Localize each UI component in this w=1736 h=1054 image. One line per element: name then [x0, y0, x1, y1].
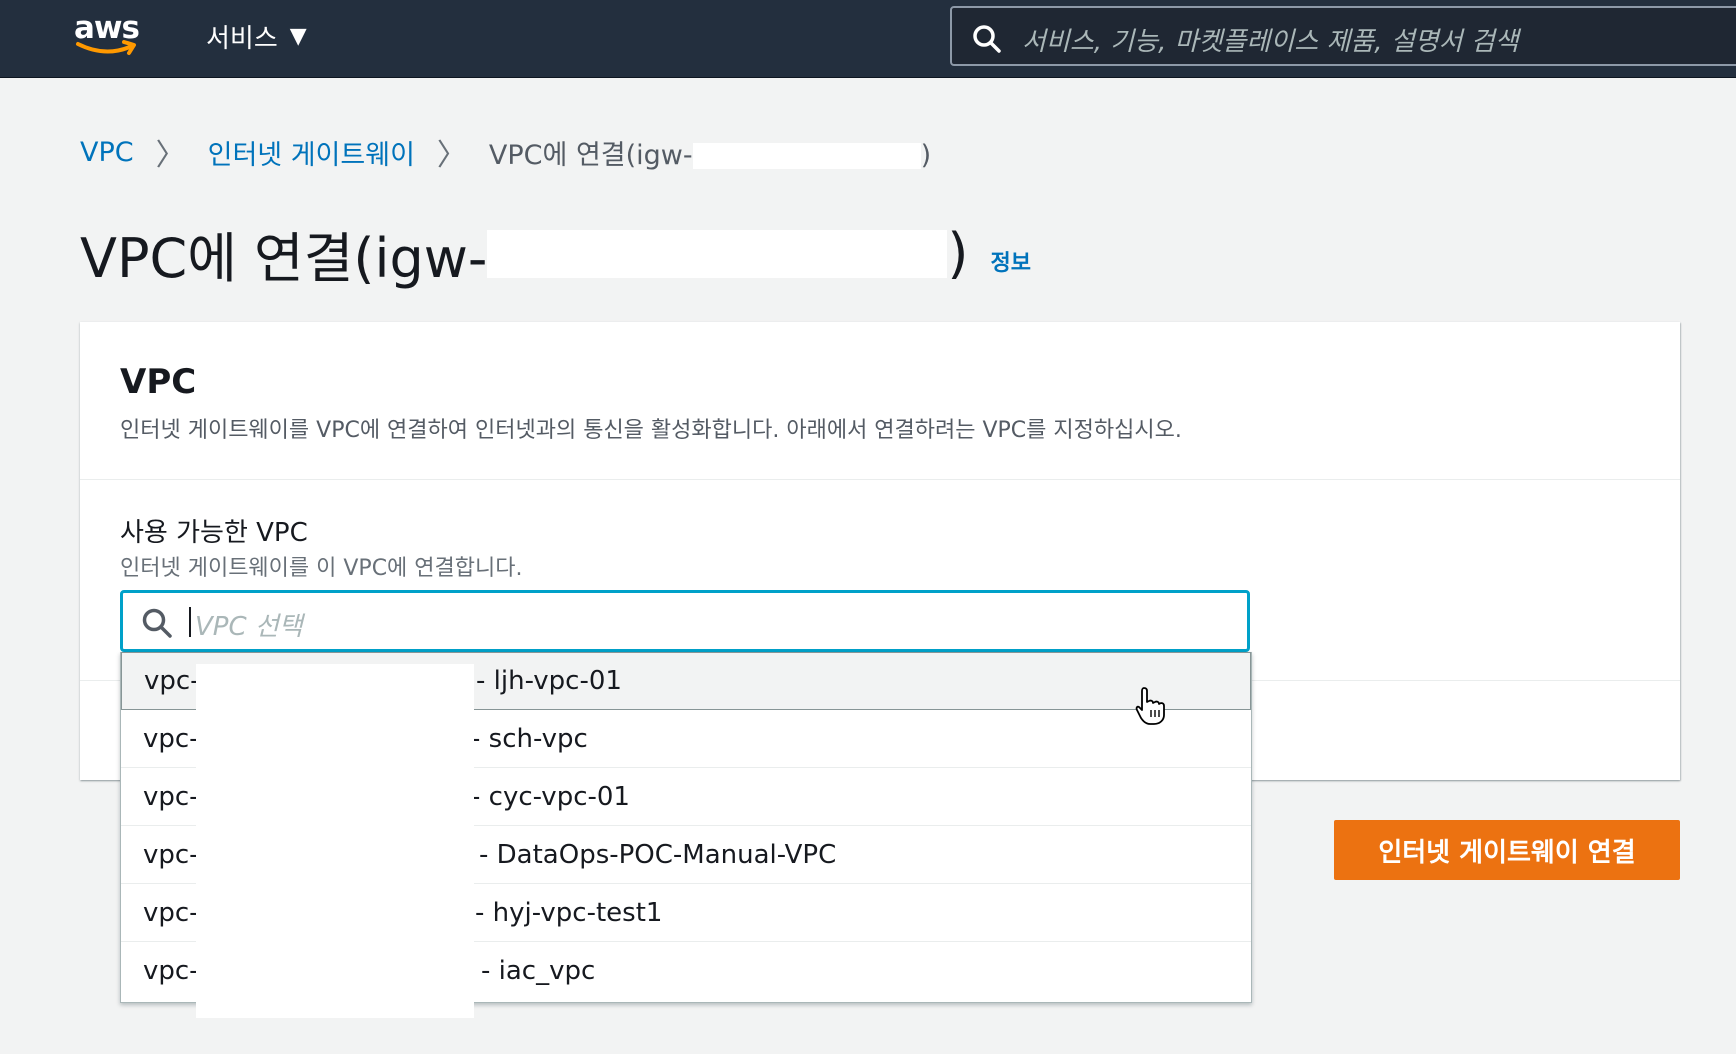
- page-title-prefix: VPC에 연결(igw-: [80, 227, 488, 290]
- vpc-option-name: - ljh-vpc-01: [476, 666, 622, 696]
- aws-logo[interactable]: aws: [74, 10, 144, 58]
- vpc-option-id-prefix: vpc-: [143, 897, 199, 928]
- redacted-vpc-ids: [196, 664, 474, 1018]
- vpc-select-input[interactable]: VPC 선택: [120, 590, 1250, 652]
- services-menu-label: 서비스: [206, 23, 278, 54]
- vpc-option-name: - hyj-vpc-test1: [475, 897, 663, 928]
- page-title-suffix: ): [947, 222, 969, 285]
- text-caret: [189, 607, 191, 637]
- breadcrumb: VPC 〉 인터넷 게이트웨이 〉 VPC에 연결(igw-): [80, 130, 931, 174]
- global-search-placeholder: 서비스, 기능, 마켓플레이스 제품, 설명서 검색: [1022, 27, 1519, 57]
- vpc-option-name: - iac_vpc: [481, 956, 596, 986]
- vpc-option-id-prefix: vpc-: [143, 956, 199, 986]
- panel-header: VPC 인터넷 게이트웨이를 VPC에 연결하여 인터넷과의 통신을 활성화합니…: [80, 322, 1680, 480]
- breadcrumb-current-page: VPC에 연결(igw-): [489, 133, 931, 172]
- vpc-option-id-prefix: vpc-: [143, 723, 199, 754]
- breadcrumb-separator-icon: 〉: [436, 138, 467, 173]
- aws-smile-icon: [76, 40, 136, 55]
- search-icon: [973, 25, 1001, 53]
- available-vpc-label: 사용 가능한 VPC: [120, 518, 308, 548]
- vpc-option-name: - cyc-vpc-01: [471, 781, 630, 812]
- vpc-option-id-prefix: vpc-: [143, 781, 199, 812]
- vpc-option-id-prefix: vpc-: [144, 666, 200, 696]
- breadcrumb-separator-icon: 〉: [155, 138, 186, 173]
- attach-internet-gateway-button[interactable]: 인터넷 게이트웨이 연결: [1334, 820, 1680, 880]
- hand-pointer-icon: [1135, 687, 1165, 725]
- vpc-select-placeholder: VPC 선택: [195, 612, 303, 642]
- vpc-option-name: - sch-vpc: [471, 723, 588, 754]
- redacted-id: [487, 229, 948, 278]
- search-icon: [142, 608, 172, 638]
- breadcrumb-internet-gateways-link[interactable]: 인터넷 게이트웨이: [208, 133, 415, 172]
- chevron-down-icon: ▼: [289, 23, 307, 49]
- panel-title: VPC: [120, 362, 197, 402]
- breadcrumb-current-prefix: VPC에 연결(igw-: [488, 139, 693, 171]
- redacted-id: [692, 143, 921, 169]
- vpc-option-name: - DataOps-POC-Manual-VPC: [479, 839, 837, 870]
- page-title: VPC에 연결(igw-) 정보: [80, 214, 1031, 293]
- services-menu-button[interactable]: 서비스 ▼: [206, 18, 307, 54]
- global-search-input[interactable]: 서비스, 기능, 마켓플레이스 제품, 설명서 검색: [950, 6, 1736, 66]
- available-vpc-description: 인터넷 게이트웨이를 이 VPC에 연결합니다.: [120, 556, 523, 581]
- top-navigation-bar: aws 서비스 ▼ 서비스, 기능, 마켓플레이스 제품, 설명서 검색: [0, 0, 1736, 78]
- breadcrumb-current-suffix: ): [920, 139, 932, 171]
- vpc-option-id-prefix: vpc-: [143, 839, 199, 870]
- panel-description: 인터넷 게이트웨이를 VPC에 연결하여 인터넷과의 통신을 활성화합니다. 아…: [120, 418, 1182, 443]
- info-link[interactable]: 정보: [991, 245, 1031, 277]
- breadcrumb-vpc-link[interactable]: VPC: [80, 137, 134, 168]
